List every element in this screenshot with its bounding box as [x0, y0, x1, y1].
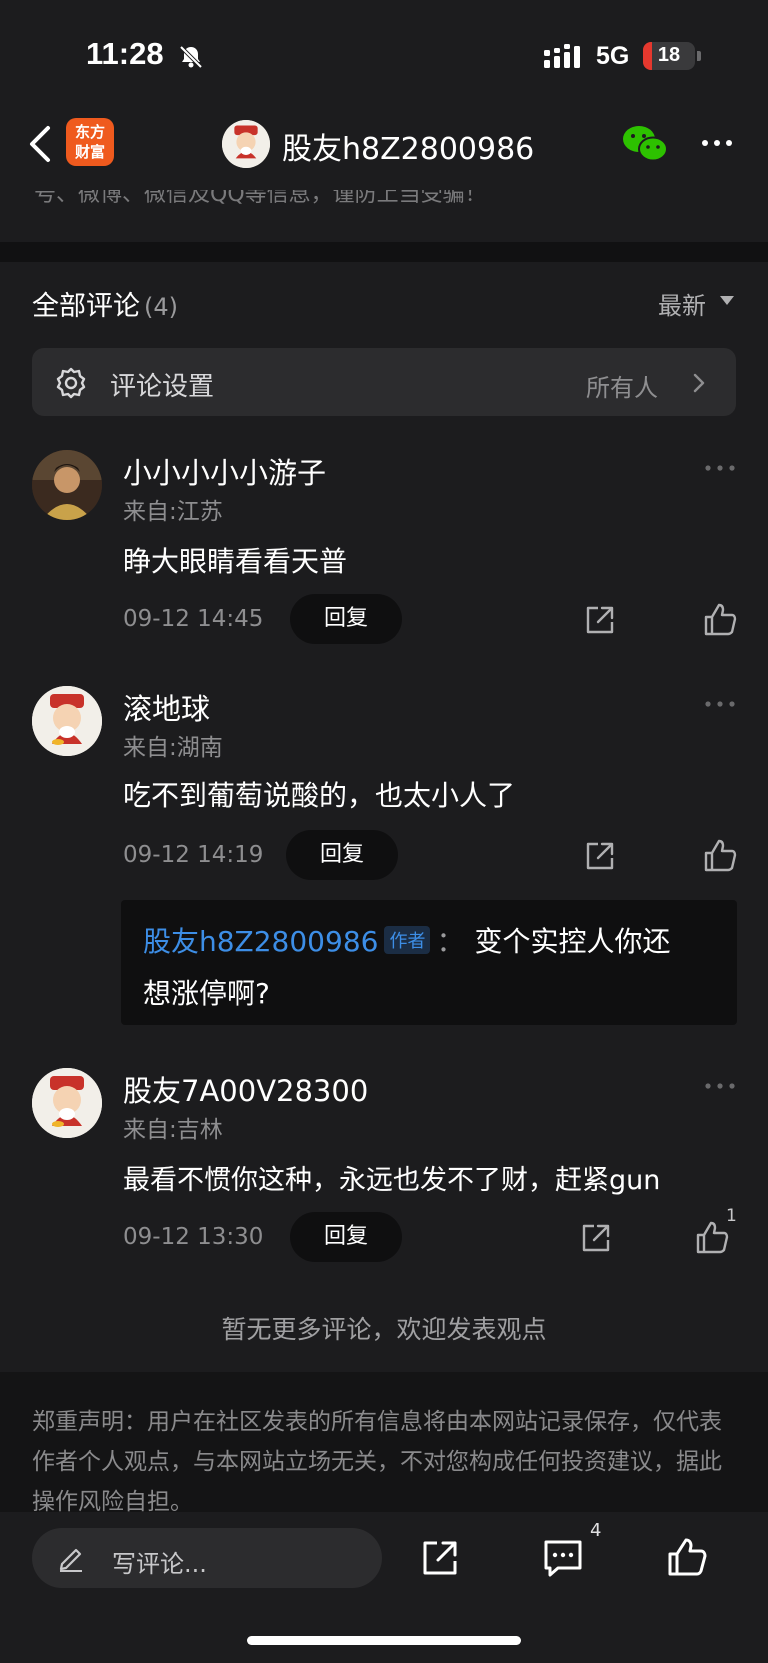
commenter-avatar[interactable]	[32, 450, 102, 520]
reply-separator: ：	[436, 925, 465, 958]
author-badge: 作者	[384, 926, 431, 954]
more-icon[interactable]	[704, 462, 736, 474]
commenter-name[interactable]: 滚地球	[123, 686, 210, 728]
comment-time: 09-12 14:19	[123, 842, 264, 868]
comments-title-text: 全部评论	[32, 291, 140, 322]
reply-text: 变个实控人你还	[474, 925, 671, 958]
disclaimer-text: 郑重声明：用户在社区发表的所有信息将由本网站记录保存，仅代表作者个人观点，与本网…	[32, 1409, 722, 1515]
page-title: 股友h8Z2800986	[282, 132, 535, 167]
reply-author-name[interactable]: 股友h8Z2800986	[143, 925, 378, 958]
more-icon[interactable]	[704, 698, 736, 710]
bell-off-icon	[179, 45, 203, 69]
sort-down-icon[interactable]	[720, 296, 734, 306]
gear-icon	[56, 367, 86, 399]
comment-text: 吃不到葡萄说酸的，也太小人了	[123, 779, 516, 812]
reply-button[interactable]: 回复	[286, 830, 398, 880]
reply-text-continued: 想涨停啊?	[143, 977, 270, 1010]
comments-title: 全部评论 (4)	[32, 284, 178, 323]
commenter-avatar[interactable]	[32, 1068, 102, 1138]
wechat-icon[interactable]	[622, 124, 668, 164]
comment-text: 睁大眼睛看看天普	[123, 545, 348, 578]
like-icon[interactable]	[694, 1220, 730, 1256]
back-icon[interactable]	[26, 124, 56, 164]
more-icon[interactable]	[700, 128, 734, 158]
share-icon[interactable]	[584, 604, 616, 636]
like-icon[interactable]	[702, 602, 738, 638]
reply-button[interactable]: 回复	[290, 1212, 402, 1262]
comment-settings-value: 所有人	[586, 374, 658, 402]
status-time: 11:28	[86, 36, 164, 71]
battery-tip	[697, 51, 701, 61]
network-type: 5G	[596, 42, 630, 70]
signal-icon	[544, 44, 580, 68]
share-icon[interactable]	[420, 1538, 460, 1578]
reply-button[interactable]: 回复	[290, 594, 402, 644]
photo-avatar-icon	[32, 450, 102, 520]
share-icon[interactable]	[580, 1222, 612, 1254]
commenter-location: 来自:湖南	[123, 735, 223, 761]
like-icon[interactable]	[666, 1536, 708, 1578]
commenter-location: 来自:江苏	[123, 499, 223, 525]
mascot-avatar-icon	[32, 1068, 102, 1138]
commenter-avatar[interactable]	[32, 686, 102, 756]
notice-strip: 号、微博、微信及QQ等信息，谨防上当受骗！	[0, 190, 768, 242]
like-count: 1	[726, 1206, 737, 1226]
sort-dropdown[interactable]: 最新	[658, 286, 706, 321]
more-icon[interactable]	[704, 1080, 736, 1092]
app-logo: 东方 财富	[66, 118, 114, 166]
commenter-location: 来自:吉林	[123, 1117, 223, 1143]
comment-time: 09-12 13:30	[123, 1224, 264, 1250]
pencil-icon	[59, 1548, 82, 1572]
author-reply-line: 股友h8Z2800986 作者： 变个实控人你还	[143, 920, 670, 960]
section-divider	[0, 242, 768, 262]
write-comment-input[interactable]	[32, 1528, 382, 1588]
mascot-avatar-icon	[32, 686, 102, 756]
home-indicator	[247, 1636, 521, 1645]
comment-icon[interactable]	[542, 1538, 584, 1578]
no-more-comments: 暂无更多评论，欢迎发表观点	[221, 1315, 547, 1344]
comment-count-badge: 4	[590, 1520, 602, 1541]
author-avatar[interactable]	[222, 120, 270, 168]
like-icon[interactable]	[702, 838, 738, 874]
battery-icon: 18	[643, 42, 695, 70]
write-comment-placeholder[interactable]: 写评论...	[112, 1544, 207, 1579]
commenter-name[interactable]: 股友7A00V28300	[123, 1068, 368, 1110]
battery-level: 18	[657, 44, 681, 66]
comment-text: 最看不惯你这种，永远也发不了财，赶紧gun	[123, 1165, 661, 1196]
mascot-avatar-icon	[222, 120, 270, 168]
comments-count: (4)	[144, 293, 178, 321]
share-icon[interactable]	[584, 840, 616, 872]
notice-text: 号、微博、微信及QQ等信息，谨防上当受骗！	[34, 190, 487, 207]
commenter-name[interactable]: 小小小小小游子	[123, 450, 326, 492]
chevron-right-icon	[693, 373, 705, 393]
comment-time: 09-12 14:45	[123, 606, 264, 632]
comment-settings-label: 评论设置	[110, 372, 215, 402]
